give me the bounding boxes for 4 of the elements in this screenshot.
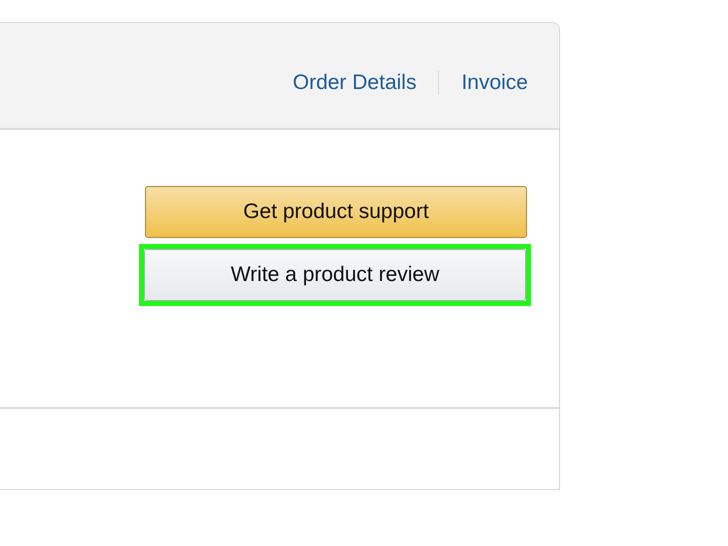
review-button[interactable]: Write a product review [144,249,526,301]
header-link[interactable]: Order Details [292,56,416,94]
support-button[interactable]: Get product support [145,186,527,238]
header-link[interactable]: Invoice [461,56,528,94]
